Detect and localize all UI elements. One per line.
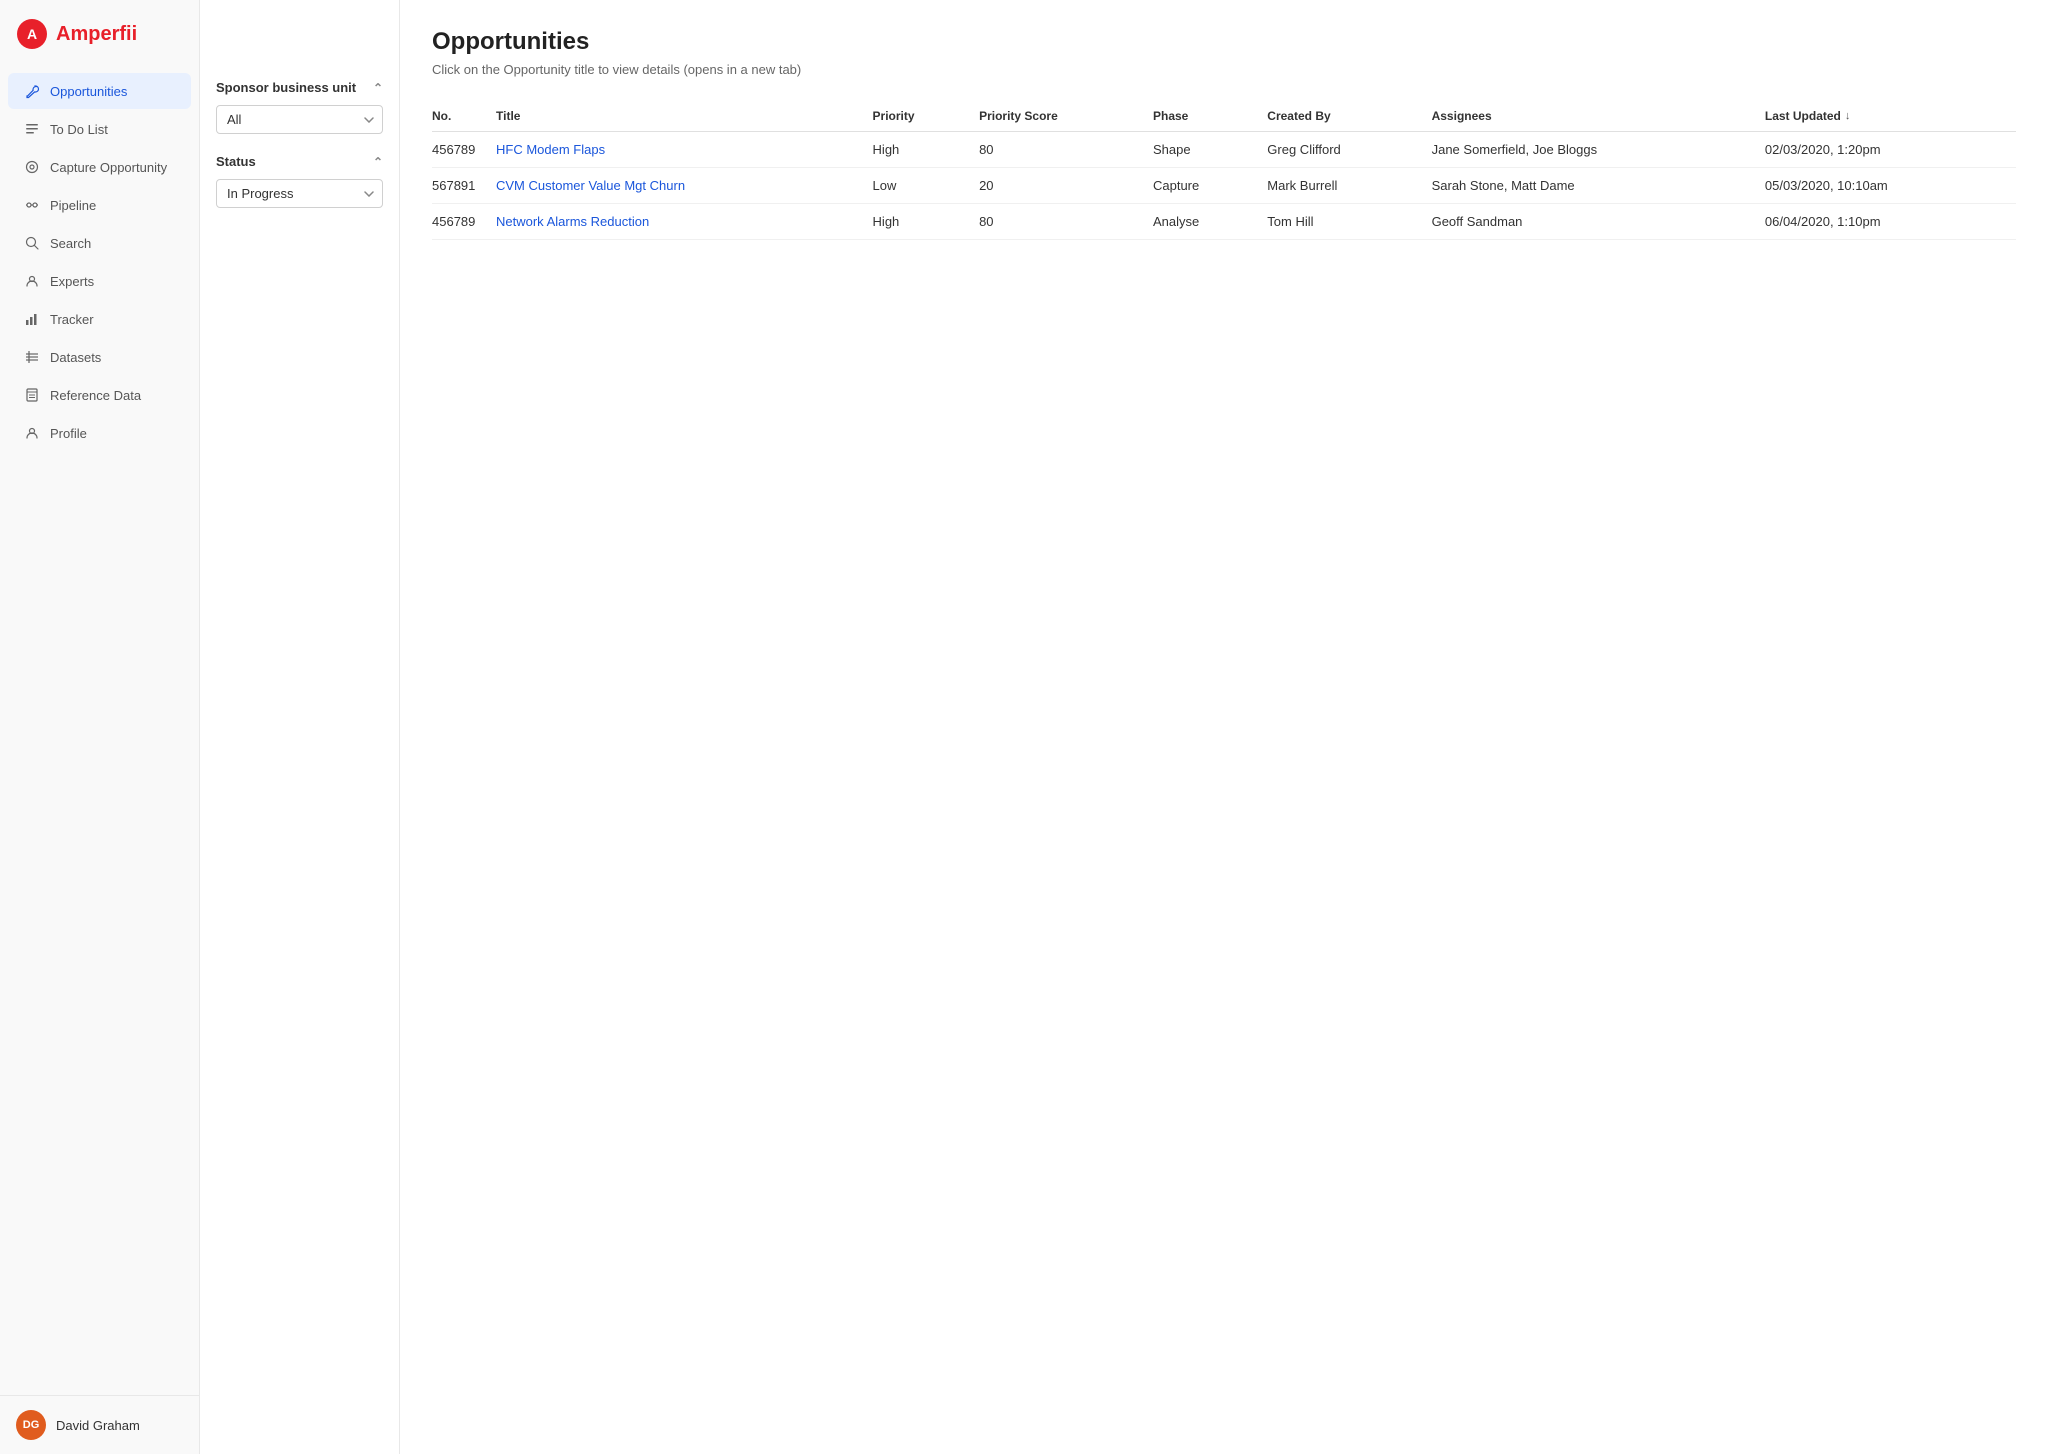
cell-title: Network Alarms Reduction	[492, 204, 869, 240]
status-filter-header: Status ⌃	[216, 154, 383, 169]
sidebar-item-label-todo: To Do List	[50, 122, 108, 137]
sidebar-item-label-tracker: Tracker	[50, 312, 94, 327]
table-row: 456789 Network Alarms Reduction High 80 …	[432, 204, 2016, 240]
cell-created-by: Tom Hill	[1263, 204, 1427, 240]
col-created-by: Created By	[1263, 101, 1427, 132]
sidebar-item-label-pipeline: Pipeline	[50, 198, 96, 213]
cell-priority: High	[869, 132, 976, 168]
amperfii-logo-icon: A	[16, 18, 48, 50]
status-filter-label: Status	[216, 154, 256, 169]
opportunity-link[interactable]: CVM Customer Value Mgt Churn	[496, 178, 685, 193]
sidebar-item-label-search: Search	[50, 236, 91, 251]
experts-icon	[24, 273, 40, 289]
cell-phase: Capture	[1149, 168, 1263, 204]
cell-priority-score: 80	[975, 132, 1149, 168]
col-assignees: Assignees	[1428, 101, 1761, 132]
cell-created-by: Mark Burrell	[1263, 168, 1427, 204]
book-icon	[24, 387, 40, 403]
cell-assignees: Jane Somerfield, Joe Bloggs	[1428, 132, 1761, 168]
opportunity-link[interactable]: HFC Modem Flaps	[496, 142, 605, 157]
sponsor-filter-label: Sponsor business unit	[216, 80, 356, 95]
sidebar-item-label-datasets: Datasets	[50, 350, 101, 365]
sidebar-item-label-profile: Profile	[50, 426, 87, 441]
col-priority-score: Priority Score	[975, 101, 1149, 132]
sidebar-item-label-capture: Capture Opportunity	[50, 160, 167, 175]
sidebar-item-search[interactable]: Search	[8, 225, 191, 261]
cell-priority-score: 80	[975, 204, 1149, 240]
user-name: David Graham	[56, 1418, 140, 1433]
opportunities-table: No. Title Priority Priority Score Phase …	[432, 101, 2016, 240]
table-row: 456789 HFC Modem Flaps High 80 Shape Gre…	[432, 132, 2016, 168]
cell-created-by: Greg Clifford	[1263, 132, 1427, 168]
sponsor-filter-header: Sponsor business unit ⌃	[216, 80, 383, 95]
col-phase: Phase	[1149, 101, 1263, 132]
content-area: Opportunities Click on the Opportunity t…	[400, 0, 2048, 1454]
cell-last-updated: 02/03/2020, 1:20pm	[1761, 132, 2016, 168]
sidebar-item-label-experts: Experts	[50, 274, 94, 289]
avatar: DG	[16, 1410, 46, 1440]
logo: A Amperfii	[0, 0, 199, 68]
sidebar-item-profile[interactable]: Profile	[8, 415, 191, 451]
col-no: No.	[432, 101, 492, 132]
cell-no: 567891	[432, 168, 492, 204]
col-priority: Priority	[869, 101, 976, 132]
page-subtitle: Click on the Opportunity title to view d…	[432, 62, 2016, 77]
cell-assignees: Geoff Sandman	[1428, 204, 1761, 240]
logo-text: Amperfii	[56, 23, 137, 46]
page-title: Opportunities	[432, 28, 2016, 56]
opportunity-link[interactable]: Network Alarms Reduction	[496, 214, 649, 229]
sidebar-item-reference[interactable]: Reference Data	[8, 377, 191, 413]
cell-no: 456789	[432, 204, 492, 240]
status-filter: Status ⌃ In Progress Completed Not Start…	[216, 154, 383, 208]
chevron-up-icon-2: ⌃	[373, 155, 383, 169]
cell-phase: Shape	[1149, 132, 1263, 168]
sidebar-navigation: Opportunities To Do List Capture Opport	[0, 68, 199, 1395]
search-icon	[24, 235, 40, 251]
list-icon	[24, 121, 40, 137]
cell-no: 456789	[432, 132, 492, 168]
cell-title: CVM Customer Value Mgt Churn	[492, 168, 869, 204]
cell-phase: Analyse	[1149, 204, 1263, 240]
sidebar-item-pipeline[interactable]: Pipeline	[8, 187, 191, 223]
sponsor-business-unit-filter: Sponsor business unit ⌃ All	[216, 80, 383, 134]
filter-panel: Sponsor business unit ⌃ All Status ⌃ In …	[200, 0, 400, 1454]
cell-title: HFC Modem Flaps	[492, 132, 869, 168]
sidebar-item-label-reference: Reference Data	[50, 388, 141, 403]
sidebar-item-capture[interactable]: Capture Opportunity	[8, 149, 191, 185]
sidebar-item-tracker[interactable]: Tracker	[8, 301, 191, 337]
sidebar-item-todo[interactable]: To Do List	[8, 111, 191, 147]
table-body: 456789 HFC Modem Flaps High 80 Shape Gre…	[432, 132, 2016, 240]
wrench-icon	[24, 83, 40, 99]
status-filter-select[interactable]: In Progress Completed Not Started	[216, 179, 383, 208]
cell-last-updated: 05/03/2020, 10:10am	[1761, 168, 2016, 204]
capture-icon	[24, 159, 40, 175]
sort-desc-icon: ↓	[1845, 110, 1851, 122]
sidebar: A Amperfii Opportunities To Do List	[0, 0, 200, 1454]
datasets-icon	[24, 349, 40, 365]
pipeline-icon	[24, 197, 40, 213]
main-area: Sponsor business unit ⌃ All Status ⌃ In …	[200, 0, 2048, 1454]
svg-text:A: A	[27, 26, 37, 42]
col-last-updated: Last Updated ↓	[1761, 101, 2016, 132]
user-profile-footer[interactable]: DG David Graham	[0, 1395, 199, 1454]
tracker-icon	[24, 311, 40, 327]
sidebar-item-label-opportunities: Opportunities	[50, 84, 127, 99]
cell-priority: High	[869, 204, 976, 240]
sidebar-item-experts[interactable]: Experts	[8, 263, 191, 299]
cell-last-updated: 06/04/2020, 1:10pm	[1761, 204, 2016, 240]
cell-priority-score: 20	[975, 168, 1149, 204]
cell-priority: Low	[869, 168, 976, 204]
table-row: 567891 CVM Customer Value Mgt Churn Low …	[432, 168, 2016, 204]
cell-assignees: Sarah Stone, Matt Dame	[1428, 168, 1761, 204]
sidebar-item-opportunities[interactable]: Opportunities	[8, 73, 191, 109]
table-header: No. Title Priority Priority Score Phase …	[432, 101, 2016, 132]
profile-icon	[24, 425, 40, 441]
chevron-up-icon: ⌃	[373, 81, 383, 95]
col-title: Title	[492, 101, 869, 132]
sponsor-filter-select[interactable]: All	[216, 105, 383, 134]
sidebar-item-datasets[interactable]: Datasets	[8, 339, 191, 375]
